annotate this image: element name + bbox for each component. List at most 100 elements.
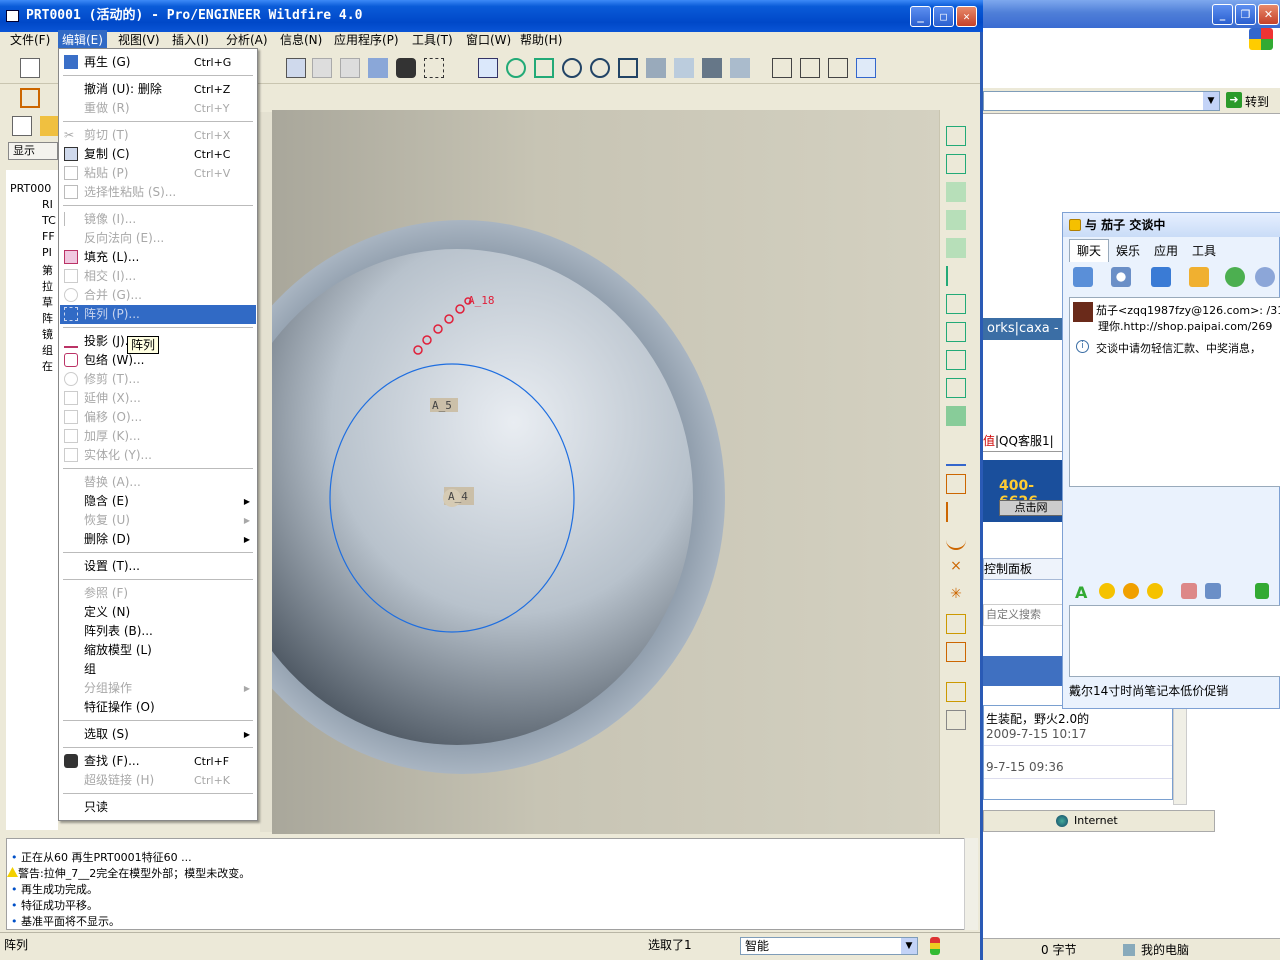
menu-view[interactable]: 视图(V) (114, 30, 164, 50)
menu-item-find[interactable]: 查找 (F)... Ctrl+F (60, 752, 256, 771)
new-file-icon[interactable] (20, 58, 40, 78)
web-tab-qq[interactable]: |QQ客服1| (995, 434, 1054, 448)
spin-center-icon[interactable] (506, 58, 526, 78)
draft-icon[interactable] (946, 294, 966, 314)
model-tree-tab-icon[interactable] (12, 116, 32, 136)
message-body[interactable]: 理你.http://shop.paipai.com/269 (1098, 318, 1272, 334)
voice-icon[interactable] (1151, 267, 1171, 287)
tree-item[interactable]: 草 (42, 294, 53, 310)
close-icon[interactable]: ✕ (956, 6, 977, 27)
menu-edit[interactable]: 编辑(E) (58, 30, 107, 50)
sketch-line-icon[interactable] (946, 502, 966, 522)
pattern-label-a18[interactable]: A_18 (468, 294, 495, 307)
phone-icon[interactable] (1073, 267, 1093, 287)
menu-item-trim[interactable]: 修剪 (T)... (60, 370, 256, 389)
tree-item[interactable]: PI (42, 246, 52, 259)
selection-filter-select[interactable]: 智能 ▼ (740, 937, 918, 955)
emoji-icon[interactable] (1099, 583, 1115, 599)
news-item[interactable]: 生装配，野火2.0的 2009-7-15 10:17 (984, 706, 1172, 746)
tree-item[interactable]: 在 (42, 358, 53, 374)
graphics-window[interactable]: A_5 A_4 A_18 (272, 110, 939, 834)
dropdown-arrow-icon[interactable]: ▼ (901, 938, 917, 954)
menu-item-mirror[interactable]: 镜像 (I)... (60, 210, 256, 229)
font-icon[interactable]: A (1075, 583, 1087, 602)
menu-item-read-only[interactable]: 只读 (60, 798, 256, 817)
minimize-icon[interactable]: _ (910, 6, 931, 27)
maximize-icon[interactable]: □ (933, 6, 954, 27)
news-scrollbar[interactable] (1173, 705, 1187, 805)
shake-icon[interactable] (1147, 583, 1163, 599)
datum-csys-icon[interactable]: ✳ (946, 586, 966, 606)
chamfer-icon[interactable] (946, 350, 966, 370)
go-button[interactable]: 转到 (1245, 93, 1269, 110)
webcam-icon[interactable] (1111, 267, 1131, 287)
qq-tab-chat[interactable]: 聊天 (1069, 239, 1110, 262)
menu-item-scale-model[interactable]: 缩放模型 (L) (60, 641, 256, 660)
datum-axis-icon[interactable] (946, 154, 966, 174)
music-icon[interactable] (1255, 583, 1269, 599)
sash-divider[interactable] (260, 112, 272, 832)
shell-icon[interactable] (946, 238, 966, 258)
dropdown-arrow-icon[interactable]: ▼ (1203, 92, 1219, 110)
pattern-icon[interactable] (946, 406, 966, 426)
zoom-in-icon[interactable] (562, 58, 582, 78)
link-icon[interactable] (946, 642, 966, 662)
menu-analysis[interactable]: 分析(A) (222, 30, 272, 50)
hidden-line-icon[interactable] (800, 58, 820, 78)
curve-icon[interactable] (946, 446, 966, 466)
traffic-light-icon[interactable] (930, 937, 940, 955)
user-settings-icon[interactable] (1255, 267, 1275, 287)
menu-item-cut[interactable]: ✂ 剪切 (T) Ctrl+X (60, 126, 256, 145)
menu-tools[interactable]: 工具(T) (408, 30, 457, 50)
image-icon[interactable] (1181, 583, 1197, 599)
restore-icon[interactable]: ❐ (1235, 4, 1256, 25)
menu-item-definition[interactable]: 定义 (N) (60, 603, 256, 622)
axis-label-a4[interactable]: A_4 (448, 490, 468, 503)
menu-item-feature-ops[interactable]: 特征操作 (O) (60, 698, 256, 717)
plane-display-icon[interactable] (20, 88, 40, 108)
menu-item-paste-special[interactable]: 选择性粘贴 (S)... (60, 183, 256, 202)
rib-icon[interactable] (946, 266, 966, 286)
menu-item-fill[interactable]: 填充 (L)... (60, 248, 256, 267)
menu-item-intersect[interactable]: 相交 (I)... (60, 267, 256, 286)
tree-item[interactable]: 镜 (42, 326, 53, 342)
menu-item-merge[interactable]: 合并 (G)... (60, 286, 256, 305)
reorient-icon[interactable] (646, 58, 666, 78)
no-hidden-icon[interactable] (828, 58, 848, 78)
copy-icon[interactable] (286, 58, 306, 78)
sketch-spline-icon[interactable] (946, 530, 966, 550)
banner-button[interactable]: 点击网 (999, 500, 1063, 516)
menu-item-setup[interactable]: 设置 (T)... (60, 557, 256, 576)
magic-emoji-icon[interactable] (1123, 583, 1139, 599)
tree-item[interactable]: 阵 (42, 310, 53, 326)
paste-special-icon[interactable] (340, 58, 360, 78)
minimize-icon[interactable]: _ (1212, 4, 1233, 25)
menu-file[interactable]: 文件(F) (6, 30, 54, 50)
sketch-plane-icon[interactable] (946, 474, 966, 494)
menu-item-pattern-table[interactable]: 阵列表 (B)... (60, 622, 256, 641)
menu-item-delete[interactable]: 删除 (D) ▶ (60, 530, 256, 549)
qq-tab-tools[interactable]: 工具 (1185, 240, 1223, 262)
zoom-out-icon[interactable] (590, 58, 610, 78)
menu-item-solidify[interactable]: 实体化 (Y)... (60, 446, 256, 465)
address-input[interactable]: ▼ (983, 91, 1220, 111)
news-title[interactable]: 生装配，野火2.0的 (986, 712, 1089, 726)
analysis-icon[interactable] (946, 614, 966, 634)
control-panel-link[interactable]: 控制面板 (983, 558, 1063, 580)
menu-item-hyperlink[interactable]: 超级链接 (H) Ctrl+K (60, 771, 256, 790)
menu-item-flip-normal[interactable]: 反向法向 (E)... (60, 229, 256, 248)
tree-item[interactable]: PRT000 (10, 182, 51, 195)
menu-help[interactable]: 帮助(H) (516, 30, 566, 50)
menu-item-offset[interactable]: 偏移 (O)... (60, 408, 256, 427)
qq-message-input[interactable] (1069, 605, 1280, 677)
folder-browser-tab-icon[interactable] (40, 116, 60, 136)
menu-item-redo[interactable]: 重做 (R) Ctrl+Y (60, 99, 256, 118)
menu-item-copy[interactable]: 复制 (C) Ctrl+C (60, 145, 256, 164)
menu-item-thicken[interactable]: 加厚 (K)... (60, 427, 256, 446)
menu-insert[interactable]: 插入(I) (168, 30, 213, 50)
web-tab-red[interactable]: 值 (983, 434, 995, 448)
refit-icon[interactable] (618, 58, 638, 78)
revolve-icon[interactable] (946, 210, 966, 230)
tree-item[interactable]: RI (42, 198, 53, 211)
custom-search-input[interactable]: 自定义搜索 (983, 604, 1063, 626)
